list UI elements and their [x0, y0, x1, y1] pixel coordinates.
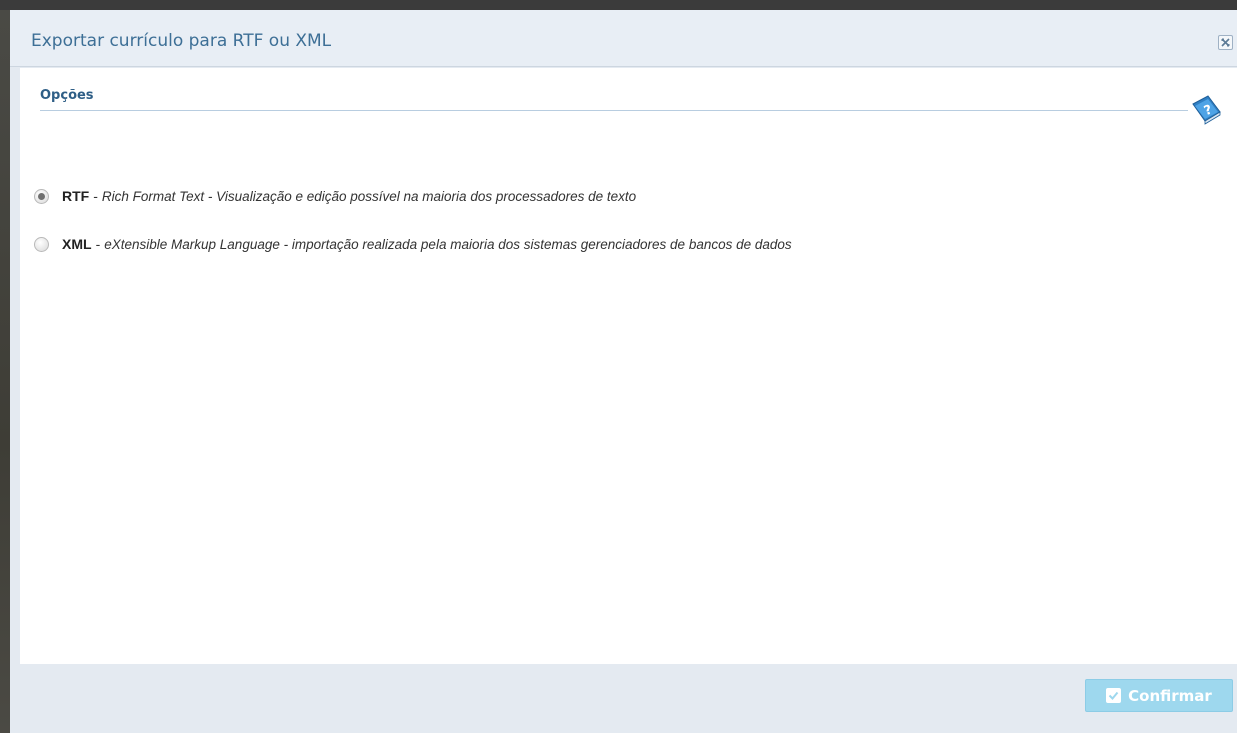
option-xml[interactable]: XML - eXtensible Markup Language - impor… — [34, 235, 792, 253]
close-button[interactable] — [1218, 35, 1233, 50]
help-book-icon[interactable]: ? — [1189, 92, 1223, 126]
option-xml-code: XML — [62, 236, 92, 252]
background-top-strip — [0, 0, 1237, 10]
option-rtf[interactable]: RTF - Rich Format Text - Visualização e … — [34, 187, 636, 205]
dialog-content: Opções ? RTF - Rich Format Text - Visual… — [20, 68, 1237, 664]
dialog-titlebar: Exportar currículo para RTF ou XML — [10, 10, 1237, 67]
background-left-strip — [0, 10, 10, 733]
section-title-opcoes: Opções — [40, 88, 94, 103]
option-rtf-description: Rich Format Text - Visualização e edição… — [101, 188, 637, 204]
export-dialog: Exportar currículo para RTF ou XML Opçõe… — [10, 10, 1237, 733]
radio-rtf[interactable] — [34, 188, 49, 204]
dialog-title: Exportar currículo para RTF ou XML — [31, 31, 332, 51]
option-xml-description: eXtensible Markup Language - importação … — [104, 236, 792, 252]
radio-xml[interactable] — [34, 236, 49, 252]
option-rtf-separator: - — [93, 188, 98, 204]
close-icon — [1221, 38, 1230, 47]
confirm-label: Confirmar — [1128, 686, 1212, 705]
confirm-button[interactable]: Confirmar — [1085, 679, 1233, 712]
section-divider — [40, 110, 1188, 111]
option-xml-separator: - — [95, 236, 101, 252]
option-rtf-code: RTF — [62, 188, 90, 204]
check-icon — [1106, 688, 1122, 703]
